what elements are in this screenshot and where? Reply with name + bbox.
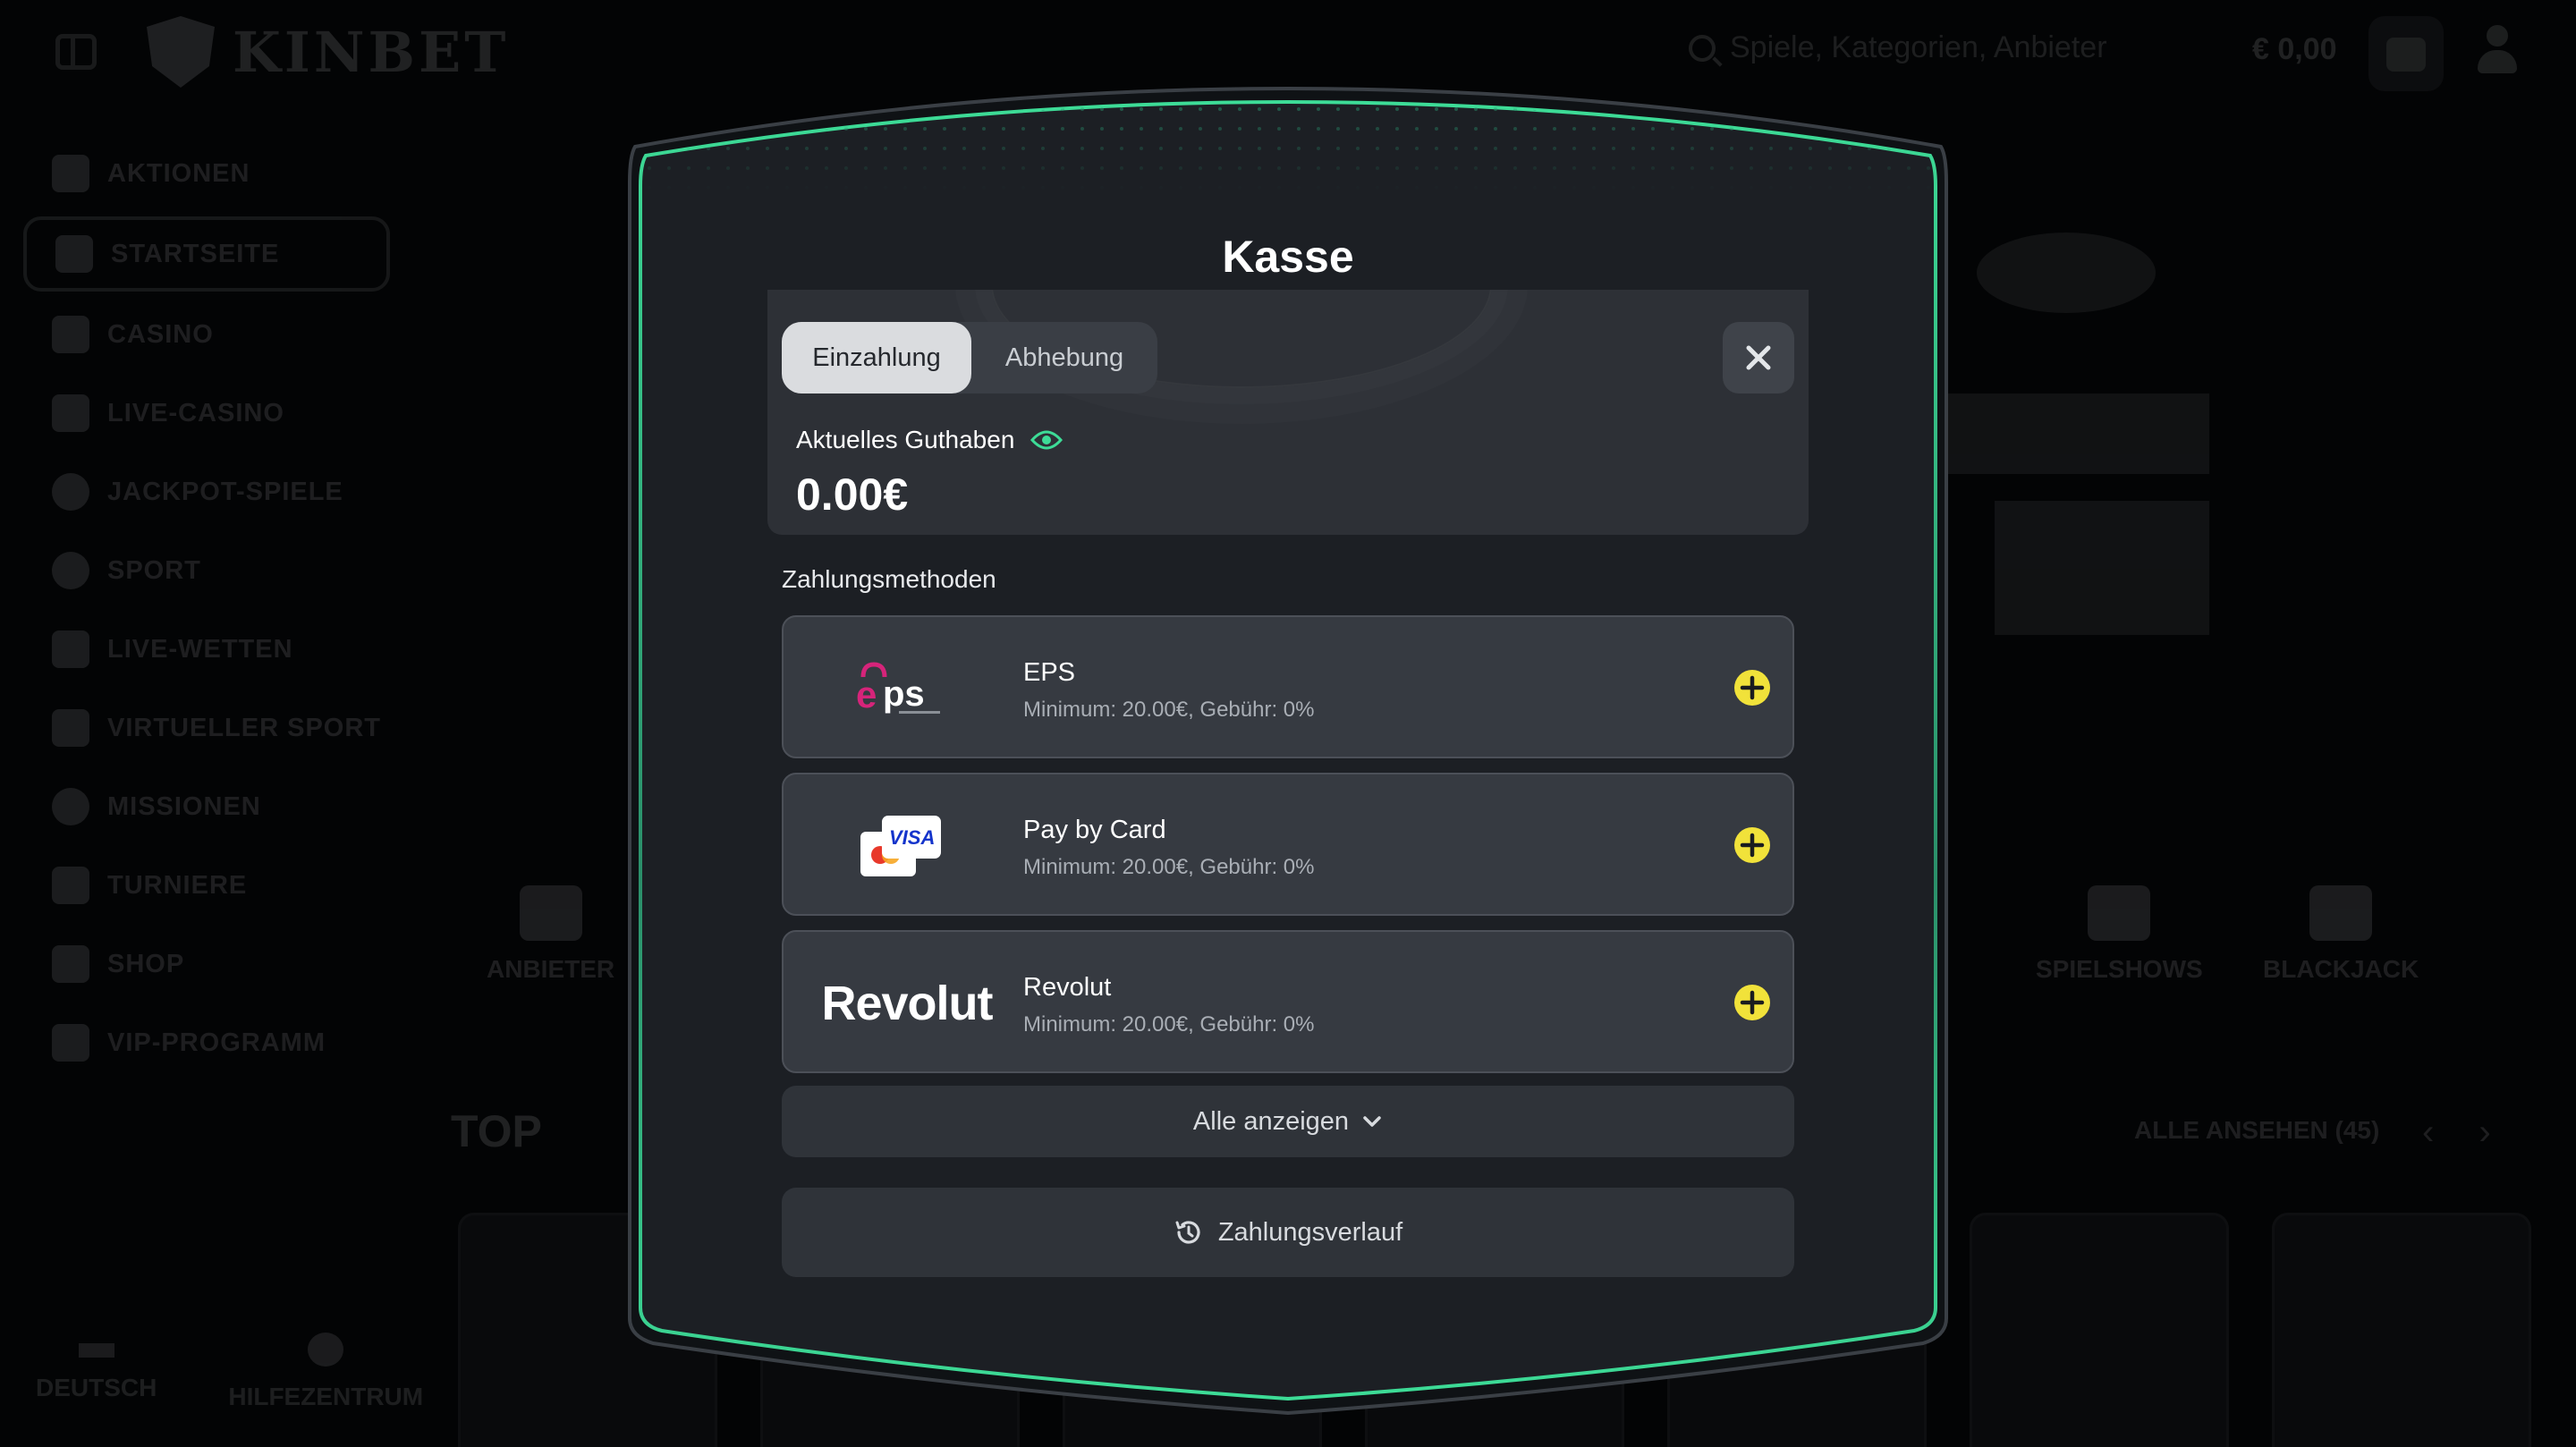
plus-circle-icon[interactable] xyxy=(1733,669,1771,707)
tab-einzahlung[interactable]: Einzahlung xyxy=(782,322,971,393)
plus-circle-icon[interactable] xyxy=(1733,826,1771,864)
close-icon xyxy=(1746,345,1771,370)
plus-circle-icon[interactable] xyxy=(1733,984,1771,1021)
show-all-button[interactable]: Alle anzeigen xyxy=(782,1086,1794,1157)
payment-methods-title: Zahlungsmethoden xyxy=(782,565,996,593)
history-label: Zahlungsverlauf xyxy=(1217,1217,1403,1247)
eps-logo-icon: e ps xyxy=(819,647,980,730)
chevron-down-icon xyxy=(1363,1116,1381,1127)
cashier-tabs: Einzahlung Abhebung xyxy=(782,322,1157,393)
revolut-logo-icon: Revolut xyxy=(818,962,996,1045)
svg-text:ps: ps xyxy=(883,674,925,714)
balance-label: Aktuelles Guthaben xyxy=(796,426,1015,453)
balance-panel: Einzahlung Abhebung Aktuelles Guthaben 0… xyxy=(767,290,1809,535)
balance-label-row: Aktuelles Guthaben xyxy=(796,426,1063,454)
show-all-label: Alle anzeigen xyxy=(1192,1106,1350,1136)
history-icon xyxy=(1175,1221,1200,1244)
balance-value: 0.00€ xyxy=(796,470,909,520)
eye-icon[interactable] xyxy=(1030,429,1063,451)
method-info: Minimum: 20.00€, Gebühr: 0% xyxy=(1023,855,1315,879)
method-name: Revolut xyxy=(1023,973,1112,1002)
method-name: Pay by Card xyxy=(1023,816,1166,844)
method-name: EPS xyxy=(1023,658,1076,687)
svg-text:e: e xyxy=(856,673,877,715)
payment-history-button[interactable]: Zahlungsverlauf xyxy=(782,1188,1794,1277)
method-info: Minimum: 20.00€, Gebühr: 0% xyxy=(1023,1012,1315,1037)
tab-abhebung[interactable]: Abhebung xyxy=(971,322,1157,393)
payment-method-revolut[interactable]: Revolut Revolut Minimum: 20.00€, Gebühr:… xyxy=(782,930,1794,1073)
svg-text:VISA: VISA xyxy=(889,826,935,849)
method-info: Minimum: 20.00€, Gebühr: 0% xyxy=(1023,698,1315,722)
card-logo-icon: VISA xyxy=(819,805,980,887)
modal-content: Kasse Einzahlung Abhebung Aktuelles Guth… xyxy=(626,66,1950,1417)
payment-method-card[interactable]: VISA Pay by Card Minimum: 20.00€, Gebühr… xyxy=(782,773,1794,916)
cashier-modal: Kasse Einzahlung Abhebung Aktuelles Guth… xyxy=(626,66,1950,1417)
revolut-logo-text: Revolut xyxy=(821,977,993,1030)
payment-method-eps[interactable]: e ps EPS Minimum: 20.00€, Gebühr: 0% xyxy=(782,615,1794,758)
modal-title: Kasse xyxy=(1222,232,1354,282)
close-button[interactable] xyxy=(1723,322,1794,393)
